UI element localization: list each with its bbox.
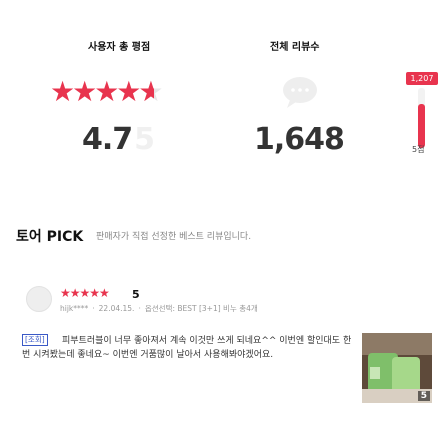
rating-stars: ★★★★ ★ ★ [50,75,164,108]
review-count: 1,648 [254,122,345,157]
review-score: 5 [132,288,140,301]
reviews-title: 전체 리뷰수 [270,42,320,53]
average-rating-value: 4.7 [82,122,133,157]
review-date: 22.04.15. [98,304,135,313]
pick-section-subtitle: 판매자가 직접 선정한 베스트 리뷰입니다. [96,232,252,242]
review-user: hijk**** [60,304,89,313]
rating-distribution-bar: 1,207 5점 [404,72,440,162]
rating-bar-badge: 1,207 [406,72,438,85]
average-rating: 4.75 [82,122,155,157]
rating-bar-track [418,88,425,148]
rating-bar-label: 5점 [412,145,425,154]
avatar [26,286,52,312]
average-rating-max: 5 [134,122,155,157]
review-option: 옵션선택: BEST [3+1] 비누 총4개 [144,304,258,313]
star-partial-icon: ★ ★ [138,75,163,108]
rating-bar-fill [418,104,425,148]
review-text[interactable]: 피부트러블이 너무 좋아져서 계속 이것만 쓰게 되네요^^ 이번엔 할인대도 … [22,334,352,362]
photo-count-badge: 5 [417,391,430,401]
rating-title: 사용자 총 평점 [88,42,151,53]
pick-section-title: 토어 PICK [16,229,84,245]
star-icon: ★★★★ [50,75,141,108]
review-photo[interactable]: 5 [362,333,432,403]
review-meta: hijk**** · 22.04.15. · 옵션선택: BEST [3+1] 비누 총… [60,304,258,313]
speech-bubble-icon [283,77,317,108]
review-tag: [조회] [22,334,48,346]
review-stars: ★★★★★ [60,286,110,300]
